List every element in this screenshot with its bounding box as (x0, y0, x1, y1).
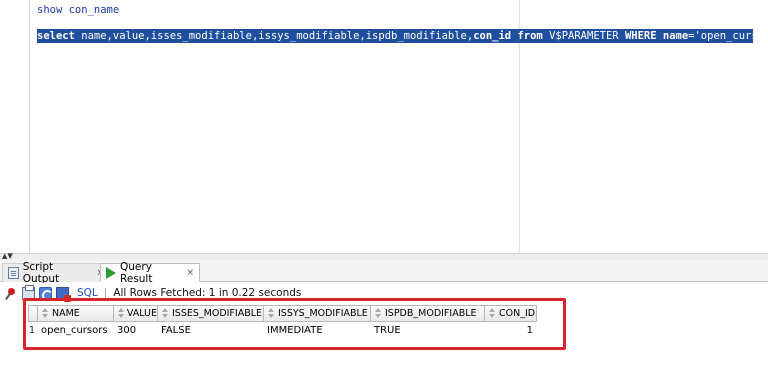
tab-script-output-label: Script Output (22, 261, 60, 285)
results-tab-bar: Script Output × Query Result × (0, 260, 768, 285)
line-gutter (0, 0, 30, 253)
from-keyword: from (511, 30, 543, 42)
select-columns: name,value,isses_modifiable,issys_modifi… (74, 30, 474, 42)
select-keyword: select (37, 30, 75, 42)
run-icon (106, 266, 116, 279)
tab-script-output[interactable]: Script Output × (2, 261, 110, 285)
sql-editor[interactable]: show con_name select name,value,isses_mo… (0, 0, 768, 253)
con-id-column: con_id (473, 30, 512, 42)
document-icon (8, 267, 19, 279)
pin-icon[interactable] (5, 287, 18, 300)
tab-query-result-label: Query Result (120, 260, 153, 285)
code-line-2-selected[interactable]: select name,value,isses_modifiable,issys… (37, 29, 768, 43)
code-line-1[interactable]: show con_name (37, 3, 119, 17)
pane-splitter[interactable] (0, 253, 768, 260)
close-icon[interactable]: × (186, 268, 194, 278)
tab-query-result[interactable]: Query Result × (100, 260, 200, 285)
table-name: V$PARAMETER (542, 30, 625, 42)
where-keyword: WHERE (624, 30, 657, 42)
splitter-arrows-icon[interactable]: ▲▼ (2, 253, 13, 260)
where-condition: ='open_cursors'; (688, 30, 768, 42)
name-column: name (656, 30, 689, 42)
highlight-box (23, 298, 566, 350)
